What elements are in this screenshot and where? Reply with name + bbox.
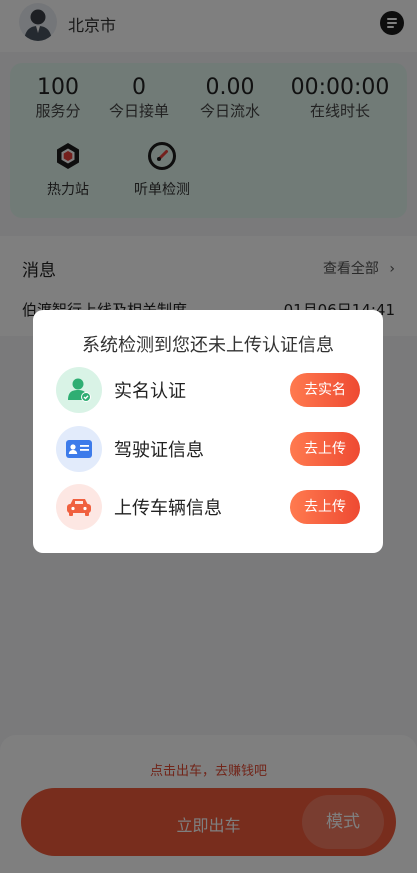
row-driver-license: 驾驶证信息 去上传: [33, 424, 383, 474]
car-icon: [56, 484, 102, 530]
row-label: 上传车辆信息: [114, 498, 222, 519]
row-vehicle: 上传车辆信息 去上传: [33, 482, 383, 532]
modal-title: 系统检测到您还未上传认证信息: [82, 335, 334, 356]
go-real-name-button[interactable]: 去实名: [290, 373, 360, 407]
row-label: 驾驶证信息: [114, 440, 204, 461]
certification-modal: 系统检测到您还未上传认证信息 实名认证 去实名 驾驶证信息 去上传 上传车辆信息…: [33, 310, 383, 553]
upload-vehicle-button[interactable]: 去上传: [290, 490, 360, 524]
driver-license-icon: [56, 426, 102, 472]
row-label: 实名认证: [114, 381, 186, 402]
row-real-name: 实名认证 去实名: [33, 365, 383, 415]
real-name-verified-icon: [56, 367, 102, 413]
upload-license-button[interactable]: 去上传: [290, 432, 360, 466]
